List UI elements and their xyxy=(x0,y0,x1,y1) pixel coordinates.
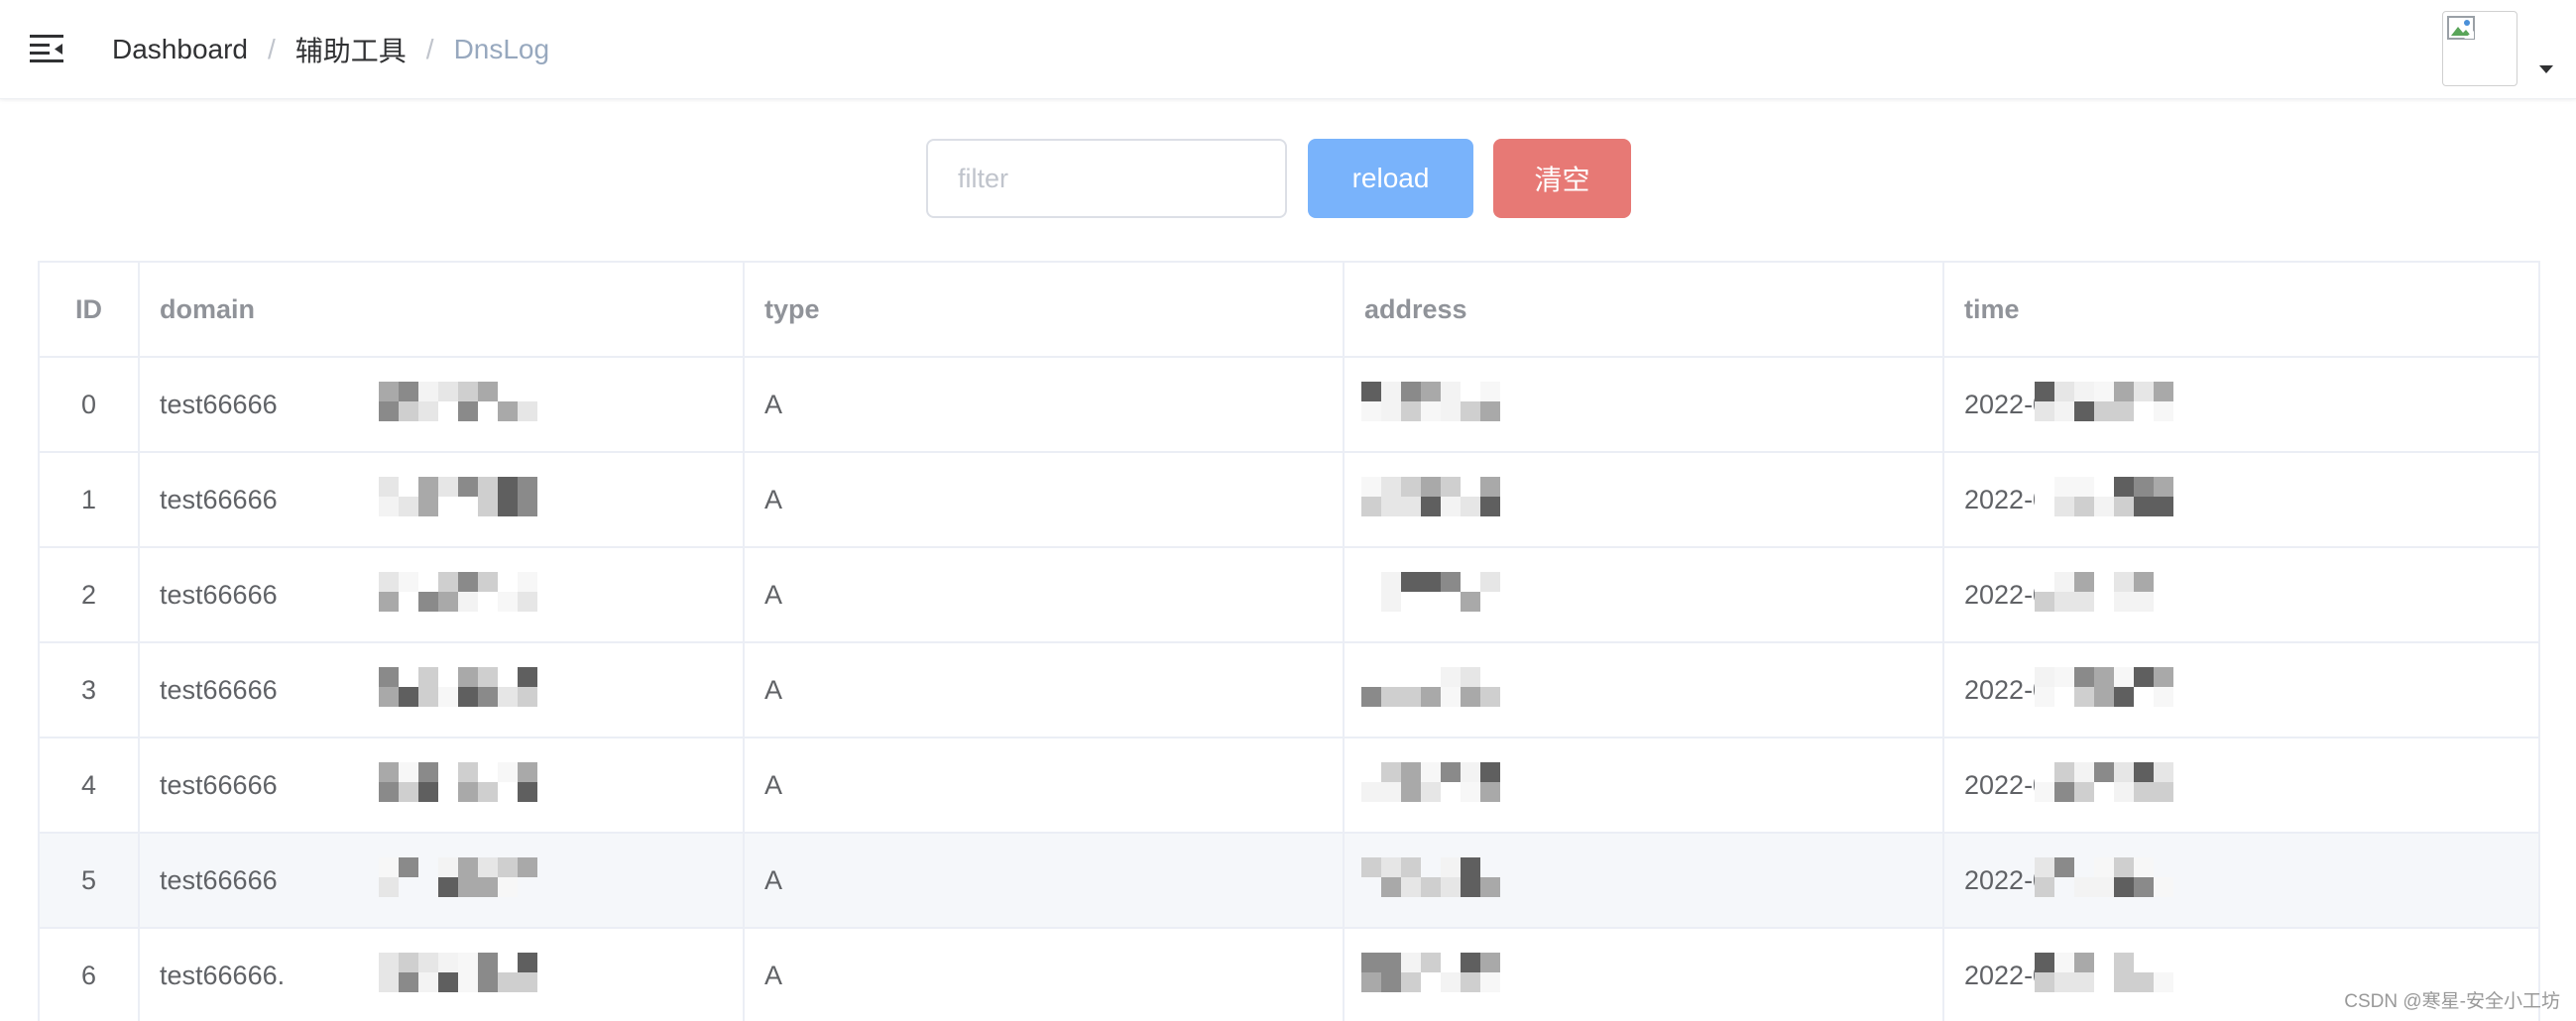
cell-domain: test66666 xyxy=(139,737,745,834)
table-row[interactable]: 4 test66666 A 2022-03 xyxy=(40,737,2538,834)
breadcrumb-item-tools: 辅助工具 xyxy=(294,36,407,66)
hamburger-fold-icon[interactable] xyxy=(30,34,63,63)
cell-address xyxy=(1344,452,1944,548)
column-header-id: ID xyxy=(40,263,140,358)
cell-type: A xyxy=(744,357,1345,453)
cell-type: A xyxy=(744,642,1345,738)
cell-address xyxy=(1344,642,1944,738)
navbar: Dashboard / 辅助工具 / DnsLog xyxy=(0,0,2576,99)
cell-domain: test66666 xyxy=(139,452,745,548)
breadcrumb-item-dnslog: DnsLog xyxy=(453,34,550,64)
column-header-domain: domain xyxy=(139,263,745,358)
cell-id: 3 xyxy=(40,642,140,738)
cell-id: 0 xyxy=(40,357,140,453)
table-row-highlighted[interactable]: 5 test66666 A 2022-03 xyxy=(40,833,2538,929)
cell-type: A xyxy=(744,452,1345,548)
dnslog-table: ID domain type address time 0 test66666 … xyxy=(38,261,2540,1021)
avatar[interactable] xyxy=(2442,11,2517,86)
time-text: 2022-03 xyxy=(1964,389,2063,419)
time-text: 2022-03 xyxy=(1964,864,2063,895)
cell-time: 2022-03 xyxy=(1943,357,2538,453)
table-row[interactable]: 1 test66666 A 2022-03 xyxy=(40,452,2538,548)
cell-address xyxy=(1344,737,1944,834)
cell-domain: test66666 xyxy=(139,833,745,929)
cell-id: 4 xyxy=(40,737,140,834)
domain-text: test66666 xyxy=(160,484,278,514)
cell-domain: test66666. xyxy=(139,928,745,1021)
table-row[interactable]: 3 test66666 A 2022-03 xyxy=(40,642,2538,738)
domain-text: test66666. xyxy=(160,960,286,990)
cell-address xyxy=(1344,357,1944,453)
time-text: 2022-03 xyxy=(1964,769,2063,800)
cell-type: A xyxy=(744,737,1345,834)
column-header-type: type xyxy=(744,263,1345,358)
breadcrumb-separator: / xyxy=(425,34,434,64)
time-text: 2022-03 xyxy=(1964,674,2063,705)
cell-domain: test66666 xyxy=(139,642,745,738)
cell-type: A xyxy=(744,547,1345,643)
cell-address xyxy=(1344,833,1944,929)
broken-image-icon xyxy=(2447,16,2475,40)
breadcrumb: Dashboard / 辅助工具 / DnsLog xyxy=(112,30,549,69)
cell-time: 2022-03 xyxy=(1943,737,2538,834)
cell-time: 2022-03 xyxy=(1943,642,2538,738)
cell-domain: test66666 xyxy=(139,357,745,453)
cell-time: 2022-03 xyxy=(1943,547,2538,643)
domain-text: test66666 xyxy=(160,579,278,610)
cell-id: 2 xyxy=(40,547,140,643)
domain-text: test66666 xyxy=(160,389,278,419)
cell-time: 2022-03 xyxy=(1943,833,2538,929)
cell-address xyxy=(1344,928,1944,1021)
watermark: CSDN @寒星-安全小工坊 xyxy=(2344,991,2560,1012)
reload-button[interactable]: reload xyxy=(1308,139,1473,218)
caret-down-icon[interactable] xyxy=(2539,65,2553,73)
column-header-time: time xyxy=(1943,263,2538,358)
cell-type: A xyxy=(744,833,1345,929)
breadcrumb-item-dashboard[interactable]: Dashboard xyxy=(112,34,248,65)
cell-time: 2022-03 xyxy=(1943,452,2538,548)
time-text: 2022-03 xyxy=(1964,484,2063,514)
table-header-row: ID domain type address time xyxy=(40,263,2538,358)
cell-id: 1 xyxy=(40,452,140,548)
column-header-address: address xyxy=(1344,263,1944,358)
cell-address xyxy=(1344,547,1944,643)
table-row[interactable]: 6 test66666. A 2022-03 xyxy=(40,928,2538,1021)
domain-text: test66666 xyxy=(160,769,278,800)
cell-id: 6 xyxy=(40,928,140,1021)
breadcrumb-separator: / xyxy=(267,34,276,64)
cell-id: 5 xyxy=(40,833,140,929)
domain-text: test66666 xyxy=(160,674,278,705)
domain-text: test66666 xyxy=(160,864,278,895)
time-text: 2022-03 xyxy=(1964,960,2063,990)
cell-domain: test66666 xyxy=(139,547,745,643)
table-row[interactable]: 2 test66666 A 2022-03 xyxy=(40,547,2538,643)
filter-input[interactable] xyxy=(926,139,1287,218)
time-text: 2022-03 xyxy=(1964,579,2063,610)
clear-button[interactable]: 清空 xyxy=(1493,139,1631,218)
table-row[interactable]: 0 test66666 A 2022-03 xyxy=(40,357,2538,453)
cell-type: A xyxy=(744,928,1345,1021)
